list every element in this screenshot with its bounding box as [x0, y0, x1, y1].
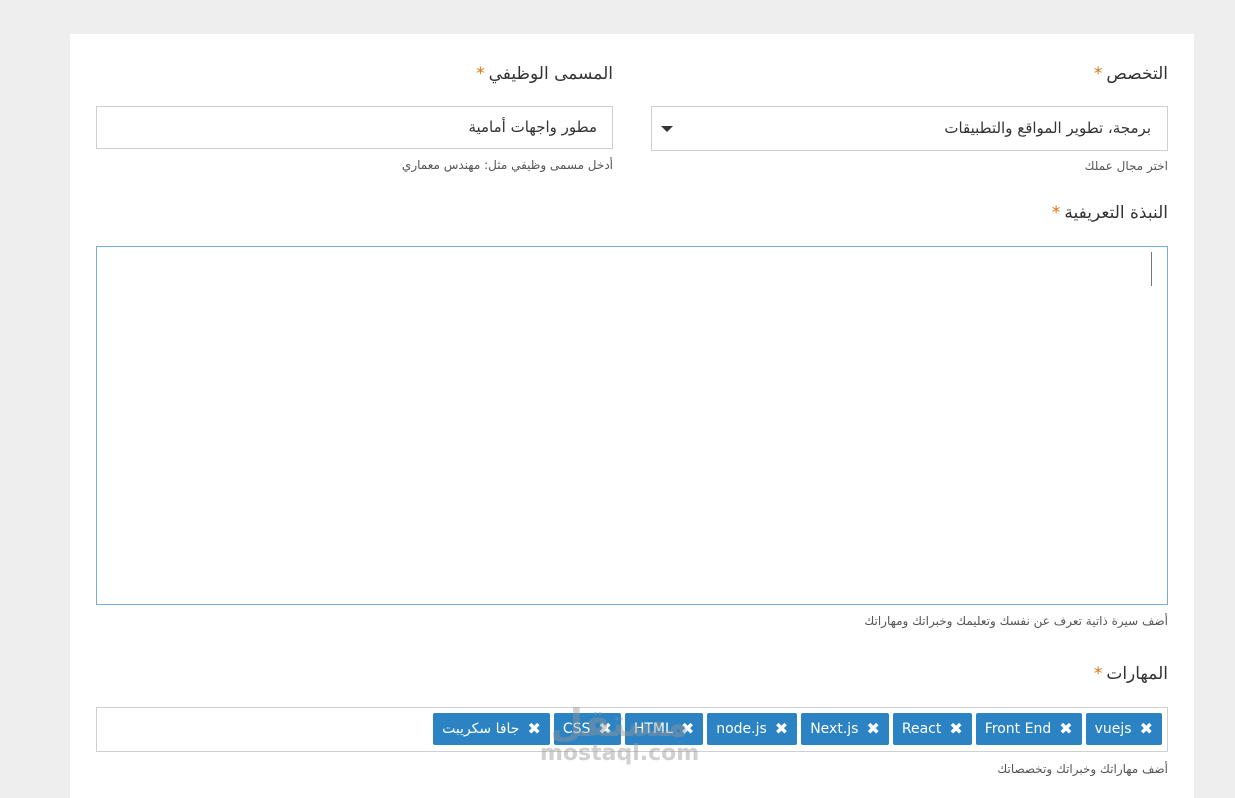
skill-tag-label: جافا سكريبت [442, 721, 520, 737]
skill-tag-label: React [901, 721, 942, 737]
skill-tag-label: Front End [984, 721, 1052, 737]
skills-input[interactable]: ✖ vuejs ✖ Front End ✖ React ✖ Next.js ✖ node.… [96, 707, 1168, 752]
skill-tag-label: CSS [562, 721, 591, 737]
specialty-label: التخصص* [1094, 64, 1168, 84]
job-title-help: أدخل مسمى وظيفي مثل: مهندس معماري [401, 158, 613, 172]
skill-tag: ✖ Next.js [801, 713, 889, 745]
skills-label: المهارات* [1094, 664, 1168, 684]
close-icon[interactable]: ✖ [1140, 721, 1153, 737]
skill-tag: ✖ node.js [707, 713, 798, 745]
close-icon[interactable]: ✖ [775, 721, 788, 737]
required-mark: * [1093, 64, 1103, 84]
text-cursor [1151, 252, 1152, 286]
skill-tag: ✖ HTML [624, 713, 704, 745]
required-mark: * [1051, 203, 1061, 223]
skill-tag: ✖ vuejs [1085, 713, 1162, 745]
skill-tag: ✖ جافا سكريبت [433, 713, 550, 745]
job-title-input-value: مطور واجهات أمامية [468, 118, 597, 136]
specialty-select[interactable]: برمجة، تطوير المواقع والتطبيقات [651, 106, 1168, 151]
specialty-label-text: التخصص [1106, 64, 1168, 84]
skills-help: أضف مهاراتك وخبراتك وتخصصاتك [997, 762, 1168, 776]
skill-tag: ✖ React [892, 713, 972, 745]
bio-help: أضف سيرة ذاتية تعرف عن نفسك وتعليمك وخبر… [864, 614, 1168, 628]
specialty-help: اختر مجال عملك [1084, 159, 1168, 173]
close-icon[interactable]: ✖ [598, 721, 611, 737]
close-icon[interactable]: ✖ [681, 721, 694, 737]
skill-tag-label: Next.js [810, 721, 859, 737]
required-mark: * [1093, 664, 1103, 684]
skill-tag: ✖ CSS [553, 713, 621, 745]
skills-tag-list: ✖ vuejs ✖ Front End ✖ React ✖ Next.js ✖ node.… [433, 713, 1162, 745]
skill-tag: ✖ Front End [975, 713, 1082, 745]
job-title-label-text: المسمى الوظيفي [488, 64, 613, 84]
close-icon[interactable]: ✖ [949, 721, 962, 737]
required-mark: * [476, 64, 485, 84]
skill-tag-label: HTML [633, 721, 673, 737]
chevron-down-icon [661, 126, 673, 132]
skills-label-text: المهارات [1106, 664, 1168, 684]
skill-tag-label: node.js [716, 721, 767, 737]
job-title-input[interactable]: مطور واجهات أمامية [96, 106, 613, 149]
skill-tag-label: vuejs [1094, 721, 1132, 737]
close-icon[interactable]: ✖ [527, 721, 540, 737]
bio-label: النبذة التعريفية* [1052, 203, 1168, 223]
job-title-label: المسمى الوظيفي* [476, 64, 613, 84]
specialty-select-value: برمجة، تطوير المواقع والتطبيقات [944, 119, 1151, 137]
bio-textarea[interactable] [96, 246, 1168, 605]
close-icon[interactable]: ✖ [1059, 721, 1072, 737]
bio-label-text: النبذة التعريفية [1064, 203, 1168, 223]
close-icon[interactable]: ✖ [866, 721, 879, 737]
